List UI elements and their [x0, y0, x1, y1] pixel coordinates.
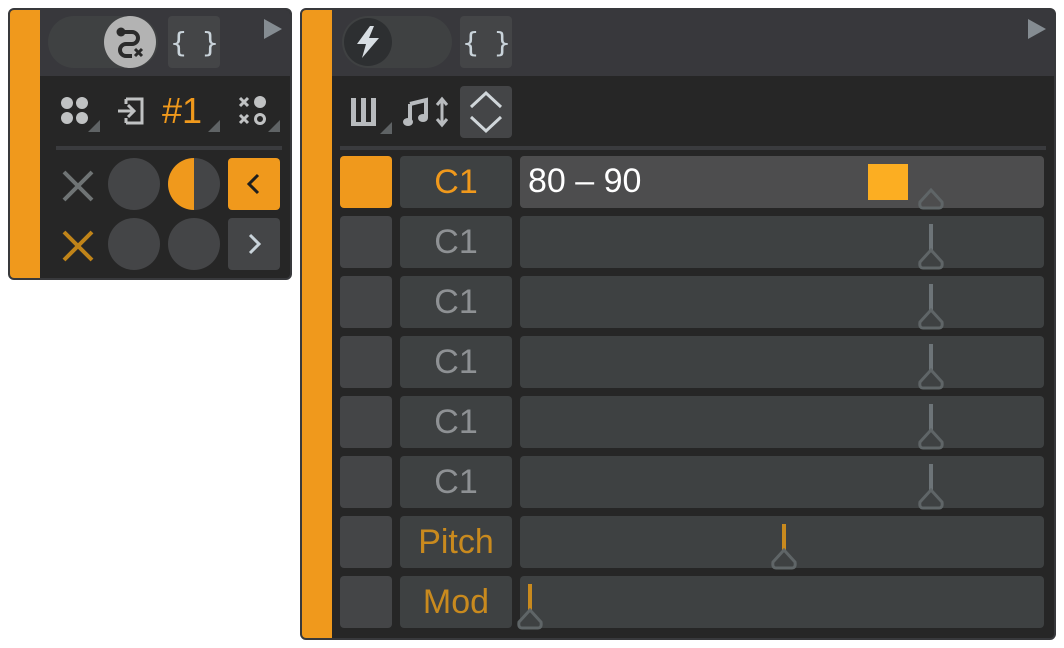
four-dots-icon[interactable] [60, 96, 90, 126]
route-disconnect-icon [104, 16, 156, 68]
x-icon-orange[interactable] [58, 226, 98, 266]
circle-empty[interactable] [108, 218, 160, 270]
chevron-right-button[interactable] [228, 218, 280, 270]
value-marker [868, 164, 909, 200]
left-toolbar: #1 [40, 76, 290, 142]
row-range-slider[interactable] [520, 456, 1044, 510]
braces-button[interactable]: { } [168, 16, 220, 68]
mapping-row: C1 [340, 276, 1054, 330]
left-header: { } [40, 10, 290, 76]
right-toolbar [332, 76, 1054, 144]
row-name-label[interactable]: Pitch [400, 516, 512, 568]
slider-handle[interactable] [516, 607, 544, 630]
piano-keys-icon[interactable] [350, 96, 380, 128]
braces-button[interactable]: { } [460, 16, 512, 68]
device-toggle[interactable] [48, 16, 158, 68]
row-name-label[interactable]: Mod [400, 576, 512, 628]
slider-handle[interactable] [770, 547, 798, 570]
row-range-slider[interactable] [520, 216, 1044, 270]
divider [56, 146, 282, 150]
row-name-label[interactable]: C1 [400, 156, 512, 208]
row-name-label[interactable]: C1 [400, 456, 512, 508]
row-range-slider[interactable]: 80 – 90 [520, 156, 1044, 210]
row-name-label[interactable]: C1 [400, 336, 512, 388]
circle-half-filled[interactable] [168, 158, 220, 210]
circle-empty[interactable] [108, 158, 160, 210]
row-select-square[interactable] [340, 336, 392, 388]
handle-stem [528, 584, 532, 610]
row-range-slider[interactable] [520, 276, 1044, 330]
handle-stem [928, 284, 933, 310]
row-range-slider[interactable] [520, 516, 1044, 570]
row-name-label[interactable]: C1 [400, 276, 512, 328]
menu-triangle-icon [88, 120, 100, 132]
channel-number[interactable]: #1 [162, 90, 202, 132]
mapping-row: C1 80 – 90 [340, 156, 1054, 210]
lightning-icon [344, 18, 392, 66]
right-device-panel: { } C1 80 – 90 C1 C1 C1 C1 C1 Pitch Mod [300, 8, 1056, 640]
menu-triangle-icon [380, 122, 392, 134]
row-name-label[interactable]: C1 [400, 216, 512, 268]
slider-handle[interactable] [917, 247, 945, 270]
row-range-slider[interactable] [520, 396, 1044, 450]
cross-dots-icon[interactable] [238, 96, 268, 126]
row-select-square[interactable] [340, 516, 392, 568]
row-range-slider[interactable] [517, 576, 1044, 630]
mapping-row: C1 [340, 456, 1054, 510]
handle-stem [782, 524, 786, 550]
right-header: { } [332, 10, 1054, 76]
row-select-square[interactable] [340, 396, 392, 448]
row-name-label[interactable]: C1 [400, 396, 512, 448]
menu-triangle-icon [208, 120, 220, 132]
up-down-chevrons-button[interactable] [460, 86, 512, 138]
mapping-row: Pitch [340, 516, 1054, 570]
accent-bar [302, 10, 332, 638]
accent-bar [10, 10, 40, 278]
row-select-square[interactable] [340, 576, 392, 628]
slider-handle[interactable] [917, 427, 945, 450]
row-select-square[interactable] [340, 276, 392, 328]
row-select-square[interactable] [340, 216, 392, 268]
slider-handle[interactable] [917, 487, 945, 510]
circle-empty[interactable] [168, 218, 220, 270]
row-select-square[interactable] [340, 156, 392, 208]
device-toggle[interactable] [342, 16, 452, 68]
divider [340, 146, 1046, 150]
handle-stem [928, 344, 933, 370]
chevron-left-button[interactable] [228, 158, 280, 210]
range-value-text: 80 – 90 [528, 162, 642, 200]
play-triangle-icon[interactable] [264, 19, 282, 39]
row-range-slider[interactable] [520, 336, 1044, 390]
mapping-row: C1 [340, 396, 1054, 450]
x-icon-gray[interactable] [58, 166, 98, 206]
row-select-square[interactable] [340, 456, 392, 508]
mapping-row: Mod [340, 576, 1054, 630]
left-device-panel: { } #1 [8, 8, 292, 280]
slider-handle[interactable] [917, 367, 945, 390]
menu-triangle-icon [268, 120, 280, 132]
slider-handle[interactable] [917, 187, 945, 210]
slider-handle[interactable] [917, 307, 945, 330]
play-triangle-icon[interactable] [1028, 19, 1046, 39]
mapping-row: C1 [340, 336, 1054, 390]
note-updown-icon[interactable] [402, 96, 454, 128]
enter-arrow-icon[interactable] [116, 96, 146, 126]
mapping-row: C1 [340, 216, 1054, 270]
handle-stem [928, 224, 933, 250]
handle-stem [928, 404, 933, 430]
handle-stem [928, 464, 933, 490]
